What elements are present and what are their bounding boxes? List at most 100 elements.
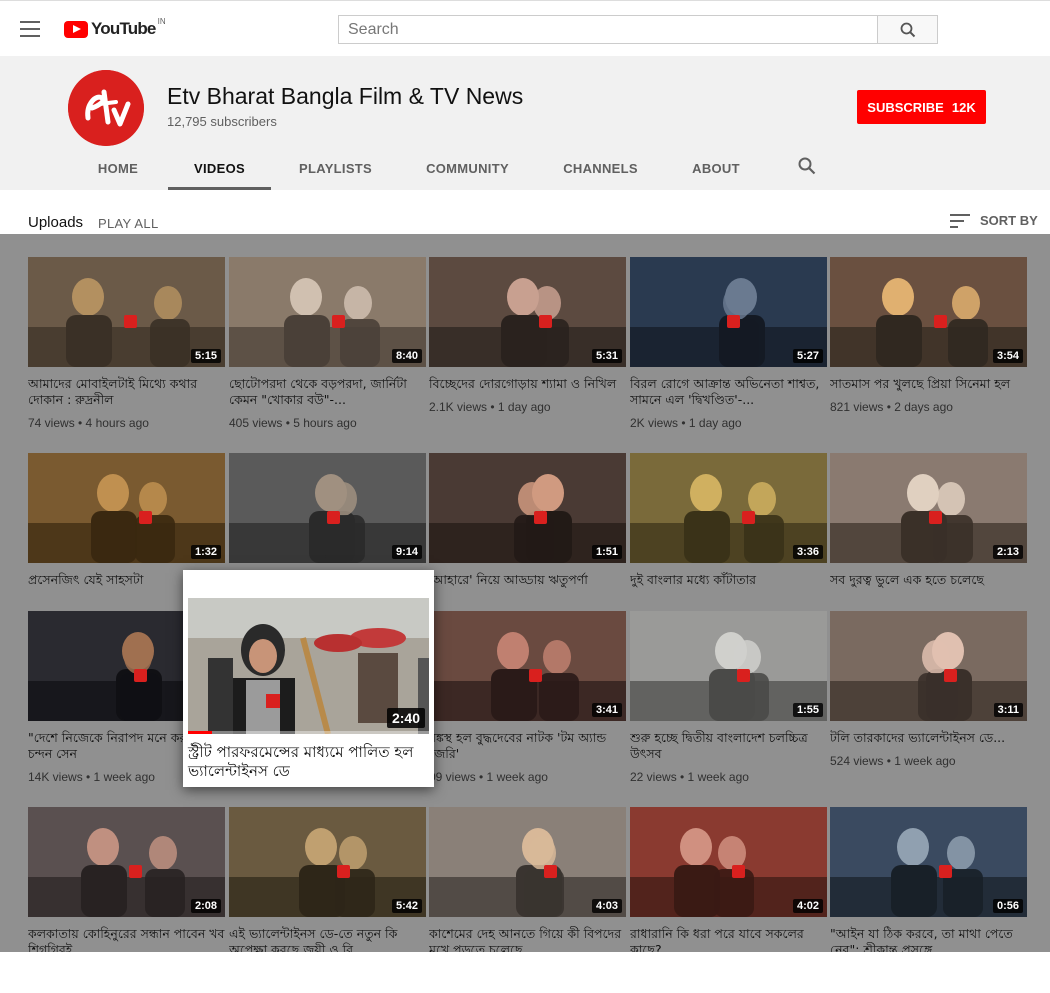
video-card[interactable]: 3:36 দুই বাংলার মধ্যে কাঁটাতার [630, 453, 827, 588]
logo-text: YouTube [91, 19, 156, 38]
youtube-logo[interactable]: YouTube IN [64, 16, 166, 39]
video-card[interactable]: 5:31 বিচ্ছেদের দোরগোড়ায় শ্যামা ও নিখিল 2… [429, 257, 626, 414]
video-title[interactable]: ছোটোপরদা থেকে বড়পরদা, জার্নিটা কেমন "খো… [229, 376, 426, 408]
preview-thumbnail[interactable]: 2:40 [188, 598, 429, 734]
video-thumbnail[interactable]: 5:42 [229, 807, 426, 917]
search-input[interactable] [338, 15, 878, 44]
sort-icon [950, 213, 970, 228]
video-thumbnail[interactable]: 1:55 [630, 611, 827, 721]
video-thumbnail[interactable]: 2:08 [28, 807, 225, 917]
video-title[interactable]: কলকাতায় কোহিনুরের সন্ধান পাবেন খব শিগগি… [28, 926, 225, 952]
channel-name: Etv Bharat Bangla Film & TV News [167, 83, 524, 109]
video-duration: 2:08 [190, 899, 221, 913]
top-bar: YouTube IN [0, 0, 1050, 56]
video-hover-preview[interactable]: 2:40 স্ট্রীট পারফরমেন্সের মাধ্যমে পালিত … [183, 570, 434, 787]
video-card[interactable]: 4:02 রাধারানি কি ধরা পরে যাবে সকলের কাছে? [630, 807, 827, 952]
tab-label: VIDEOS [194, 160, 245, 176]
video-card[interactable]: 3:11 টলি তারকাদের ভ্যালেন্টাইনস ডে... 524 … [830, 611, 1027, 768]
video-duration: 4:02 [792, 899, 823, 913]
video-thumbnail[interactable]: 3:11 [830, 611, 1027, 721]
logo-country: IN [157, 16, 166, 26]
video-meta: 405 views • 5 hours ago [229, 416, 357, 430]
video-title[interactable]: বিরল রোগে আক্রান্ত অভিনেতা শাশ্বত, সামনে… [630, 376, 827, 408]
video-meta: 22 views • 1 week ago [630, 770, 749, 784]
video-title[interactable]: "আইন যা ঠিক করবে, তা মাথা পেতে নেব": শ্র… [830, 926, 1027, 952]
search-button[interactable] [877, 15, 938, 44]
channel-avatar[interactable] [68, 70, 144, 146]
video-title[interactable]: বঙ্কস্থ হল বুদ্ধদেবের নাটক 'টম অ্যান্ড জ… [429, 730, 626, 762]
video-meta: 524 views • 1 week ago [830, 754, 956, 768]
video-thumbnail[interactable]: 3:41 [429, 611, 626, 721]
video-card[interactable]: 3:41 বঙ্কস্থ হল বুদ্ধদেবের নাটক 'টম অ্যান… [429, 611, 626, 784]
video-thumbnail[interactable]: 3:54 [830, 257, 1027, 367]
preview-progress-fill [188, 731, 213, 734]
channel-header: Etv Bharat Bangla Film & TV News 12,795 … [0, 56, 1050, 190]
uploads-bar: Uploads PLAY ALL SORT BY [0, 190, 1050, 234]
video-title[interactable]: রাধারানি কি ধরা পরে যাবে সকলের কাছে? [630, 926, 827, 952]
video-card[interactable]: 5:15 আমাদের মোবাইলটাই মিথ্যে কথার দোকান :… [28, 257, 225, 430]
video-duration: 1:32 [190, 545, 221, 559]
sort-by-button[interactable]: SORT BY [950, 213, 1038, 228]
video-card[interactable]: 2:08 কলকাতায় কোহিনুরের সন্ধান পাবেন খব শ… [28, 807, 225, 952]
tab-videos[interactable]: VIDEOS [168, 146, 271, 190]
video-duration: 1:55 [792, 703, 823, 717]
video-card[interactable]: 8:40 ছোটোপরদা থেকে বড়পরদা, জার্নিটা কেমন… [229, 257, 426, 430]
video-card[interactable]: 1:32 প্রসেনজিৎ যেই সাহসটা [28, 453, 225, 588]
tab-community[interactable]: COMMUNITY [400, 146, 535, 190]
video-thumbnail[interactable]: 9:14 [229, 453, 426, 563]
video-card[interactable]: 2:13 সব দুরত্ব ভুলে এক হতে চলেছে [830, 453, 1027, 588]
video-thumbnail[interactable]: 3:36 [630, 453, 827, 563]
subscribe-button[interactable]: SUBSCRIBE 12K [857, 90, 986, 124]
video-card[interactable]: 1:51 'আহারে' নিয়ে আড্ডায় ঋতুপর্ণা [429, 453, 626, 588]
video-thumbnail[interactable]: 5:15 [28, 257, 225, 367]
video-title[interactable]: সাতমাস পর খুলছে প্রিয়া সিনেমা হল [830, 376, 1027, 392]
video-thumbnail[interactable]: 0:56 [830, 807, 1027, 917]
video-duration: 9:14 [391, 545, 422, 559]
video-duration: 5:15 [190, 349, 221, 363]
subscribe-count: 12K [951, 99, 976, 115]
video-card[interactable]: 5:42 এই ভ্যালেন্টাইনস ডে-তে নতুন কি অপেক্… [229, 807, 426, 952]
tab-channels[interactable]: CHANNELS [535, 146, 666, 190]
tab-playlists[interactable]: PLAYLISTS [271, 146, 400, 190]
video-card[interactable]: 3:54 সাতমাস পর খুলছে প্রিয়া সিনেমা হল 821… [830, 257, 1027, 414]
video-title[interactable]: টলি তারকাদের ভ্যালেন্টাইনস ডে... [830, 730, 1027, 746]
video-title[interactable]: বিচ্ছেদের দোরগোড়ায় শ্যামা ও নিখিল [429, 376, 626, 392]
preview-duration: 2:40 [386, 708, 425, 728]
video-title[interactable]: সব দুরত্ব ভুলে এক হতে চলেছে [830, 572, 1027, 588]
tab-about[interactable]: ABOUT [666, 146, 766, 190]
channel-tabs: HOME VIDEOS PLAYLISTS COMMUNITY CHANNELS… [68, 146, 766, 190]
hamburger-menu-icon[interactable] [20, 21, 40, 37]
video-title[interactable]: এই ভ্যালেন্টাইনস ডে-তে নতুন কি অপেক্ষা ক… [229, 926, 426, 952]
video-title[interactable]: দুই বাংলার মধ্যে কাঁটাতার [630, 572, 827, 588]
video-card[interactable]: 4:03 কাশেমের দেহ আনতে গিয়ে কী বিপদের মুখ… [429, 807, 626, 952]
video-thumbnail[interactable]: 4:03 [429, 807, 626, 917]
video-title[interactable]: শুরু হচ্ছে দ্বিতীয় বাংলাদেশ চলচ্চিত্র উ… [630, 730, 827, 762]
video-thumbnail[interactable]: 4:02 [630, 807, 827, 917]
play-all-button[interactable]: PLAY ALL [98, 216, 158, 231]
video-title[interactable]: আমাদের মোবাইলটাই মিথ্যে কথার দোকান : রুদ… [28, 376, 225, 408]
video-card[interactable]: 1:55 শুরু হচ্ছে দ্বিতীয় বাংলাদেশ চলচ্চিত… [630, 611, 827, 784]
video-duration: 1:51 [591, 545, 622, 559]
tab-home[interactable]: HOME [68, 146, 168, 190]
video-thumbnail[interactable]: 1:32 [28, 453, 225, 563]
video-title[interactable]: 'আহারে' নিয়ে আড্ডায় ঋতুপর্ণা [429, 572, 626, 588]
video-card[interactable]: 0:56 "আইন যা ঠিক করবে, তা মাথা পেতে নেব":… [830, 807, 1027, 952]
video-title[interactable]: কাশেমের দেহ আনতে গিয়ে কী বিপদের মুখে পড… [429, 926, 626, 952]
video-thumbnail[interactable]: 5:27 [630, 257, 827, 367]
channel-search-button[interactable] [798, 157, 816, 180]
video-thumbnail[interactable]: 5:31 [429, 257, 626, 367]
tab-label: PLAYLISTS [298, 160, 372, 176]
video-duration: 3:11 [993, 703, 1023, 717]
preview-progress-bar [188, 731, 429, 734]
video-card[interactable]: 5:27 বিরল রোগে আক্রান্ত অভিনেতা শাশ্বত, স… [630, 257, 827, 430]
video-duration: 5:27 [792, 349, 823, 363]
video-thumbnail[interactable]: 2:13 [830, 453, 1027, 563]
video-duration: 3:54 [992, 349, 1023, 363]
video-thumbnail[interactable]: 1:51 [429, 453, 626, 563]
subscribe-label: SUBSCRIBE [867, 99, 944, 115]
video-card[interactable]: 9:14 [229, 453, 426, 563]
video-duration: 0:56 [992, 899, 1023, 913]
tab-label: COMMUNITY [426, 160, 509, 176]
video-duration: 5:42 [391, 899, 422, 913]
video-thumbnail[interactable]: 8:40 [229, 257, 426, 367]
